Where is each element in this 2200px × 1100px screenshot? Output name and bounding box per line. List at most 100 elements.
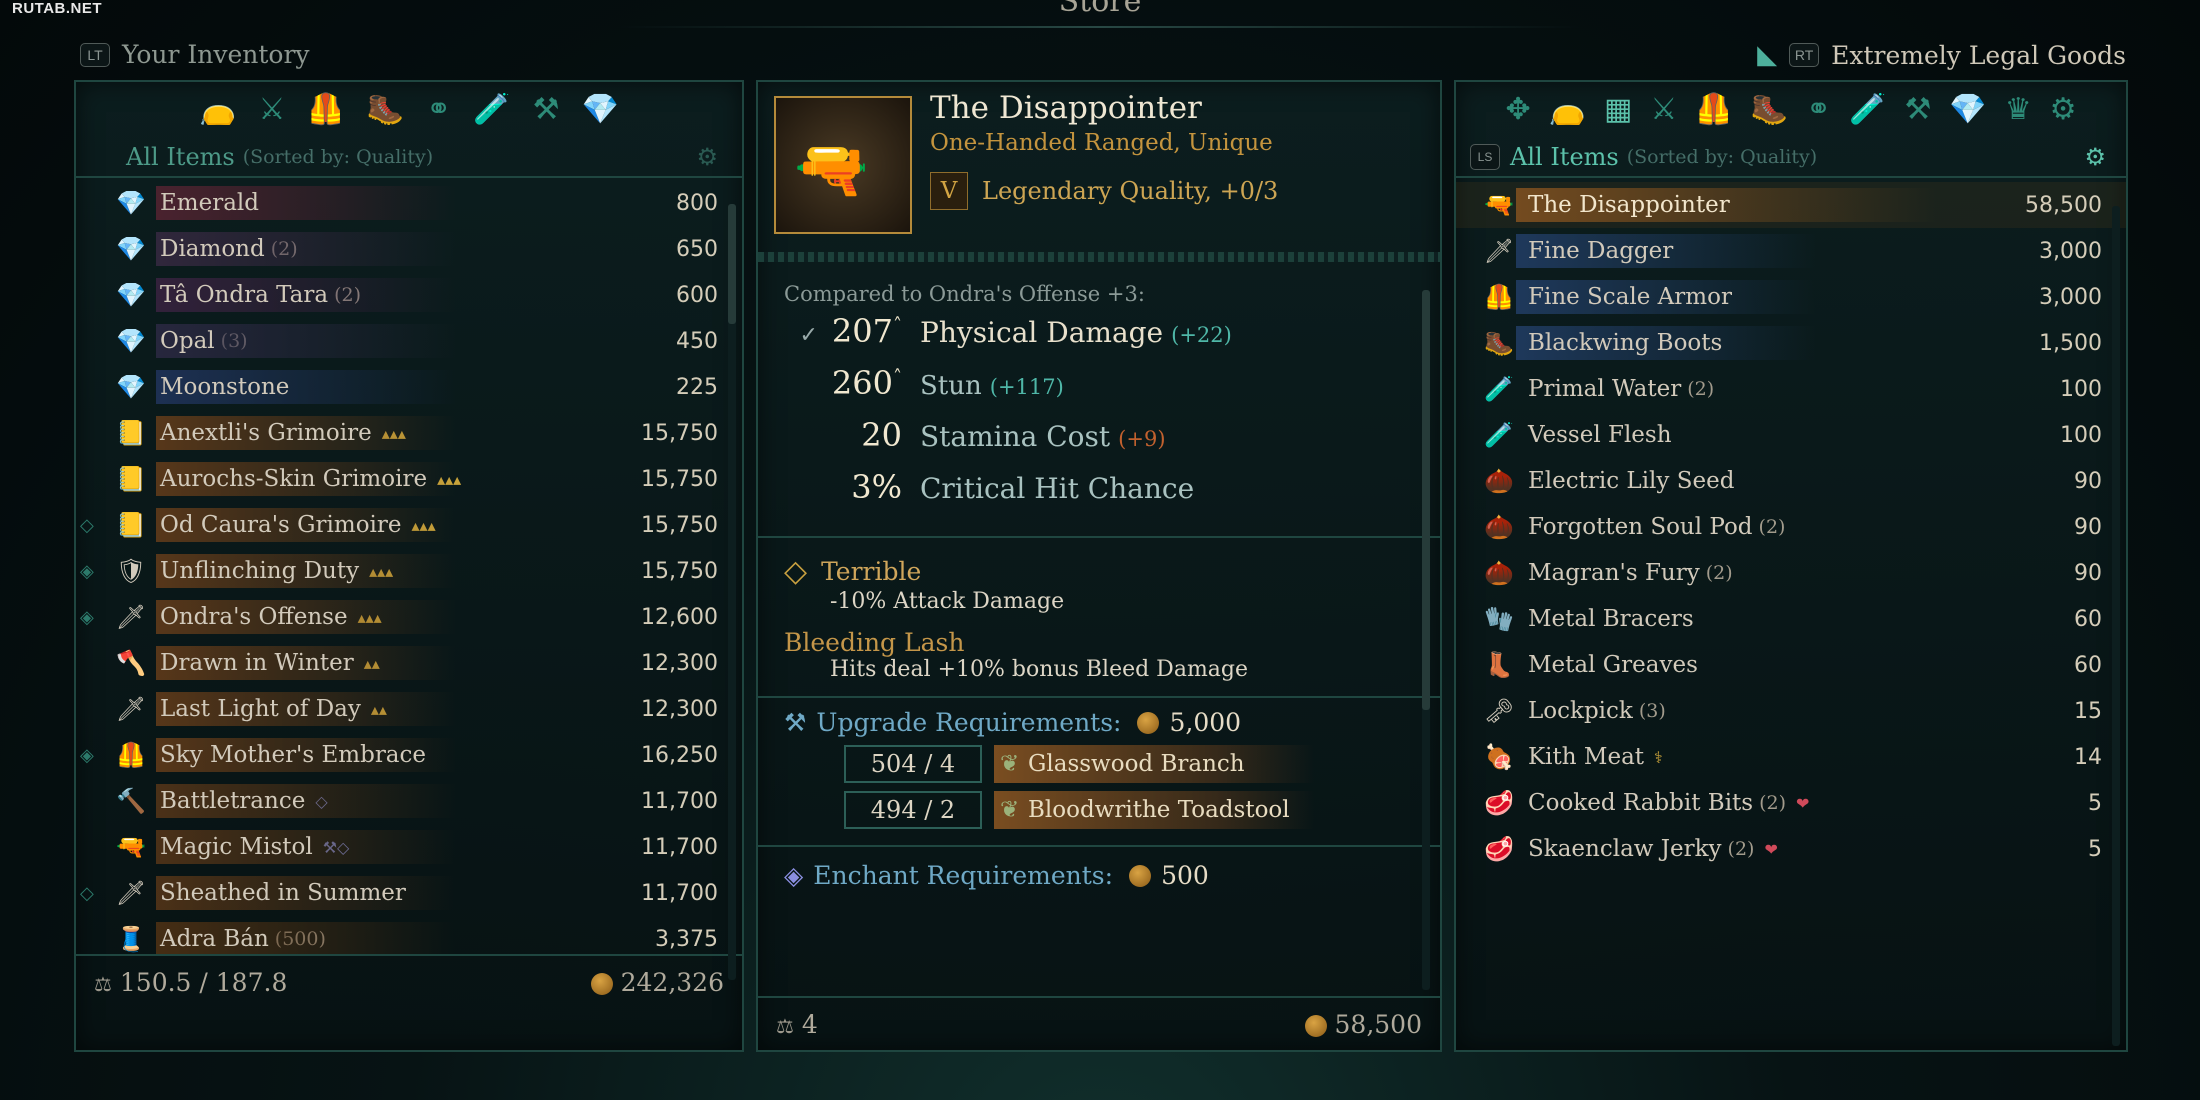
rt-key-hint: RT xyxy=(1789,43,1820,67)
list-item[interactable]: 💎Tâ Ondra Tara(2)600 xyxy=(76,272,742,318)
stat-up-arrow: ˄ xyxy=(893,366,902,388)
enchant-label: Enchant Requirements: xyxy=(813,861,1114,890)
list-item[interactable]: 🥩 Skaenclaw Jerky (2) ❤ 5 xyxy=(1456,826,2126,872)
weapons-icon[interactable]: ⚔ xyxy=(258,95,285,125)
list-item[interactable]: 🗡 Fine Dagger 3,000 xyxy=(1456,228,2126,274)
armor-icon[interactable]: 🦺 xyxy=(307,95,344,125)
list-item[interactable]: 🗝 Lockpick (3) 15 xyxy=(1456,688,2126,734)
all-items-icon[interactable]: ▦ xyxy=(1604,95,1632,125)
sort-label: All Items xyxy=(1510,143,1619,171)
inventory-title[interactable]: Your Inventory xyxy=(122,40,310,69)
item-price: 58,500 xyxy=(1334,1009,1422,1039)
item-icon: 👢 xyxy=(1484,651,1514,679)
list-item[interactable]: 💎 Emerald 800 xyxy=(76,180,742,226)
item-value: 11,700 xyxy=(641,834,718,860)
list-item[interactable]: 💎Opal(3)450 xyxy=(76,318,742,364)
details-scrollbar[interactable] xyxy=(1422,290,1430,990)
list-item[interactable]: 💎Diamond(2)650 xyxy=(76,226,742,272)
gem-icon[interactable]: 💎 xyxy=(582,95,619,125)
list-item[interactable]: 🦺 Fine Scale Armor 3,000 xyxy=(1456,274,2126,320)
filter-icon[interactable]: ⚙ xyxy=(696,143,718,171)
stat-row: ✓ 207˄ Physical Damage (+22) xyxy=(784,312,1440,364)
item-thumbnail: 🔫 xyxy=(774,96,912,234)
list-item[interactable]: 🪓Drawn in Winter▴▴12,300 xyxy=(76,640,742,686)
boots-icon[interactable]: 🥾 xyxy=(367,95,404,125)
item-value: 3,000 xyxy=(2039,284,2102,310)
list-item[interactable]: 🔫 The Disappointer 58,500 xyxy=(1456,182,2126,228)
vendor-list[interactable]: 🔫 The Disappointer 58,500 🗡 Fine Dagger 3,000… xyxy=(1456,178,2126,872)
list-item[interactable]: 🌰 Forgotten Soul Pod (2) 90 xyxy=(1456,504,2126,550)
inventory-sort-bar[interactable]: All Items (Sorted by: Quality) ⚙ xyxy=(76,138,742,178)
list-item[interactable]: 📒Aurochs-Skin Grimoire▴▴▴15,750 xyxy=(76,456,742,502)
list-item[interactable]: ◈ 🦺 Sky Mother's Embrace 16,250 xyxy=(76,732,742,778)
item-name: Magic Mistol xyxy=(160,834,313,860)
item-icon: 🗡 xyxy=(115,603,147,631)
list-item[interactable]: 🌰 Electric Lily Seed 90 xyxy=(1456,458,2126,504)
vendor-sort-bar[interactable]: LS All Items (Sorted by: Quality) ⚙ xyxy=(1456,138,2126,178)
item-value: 90 xyxy=(2074,468,2102,494)
gear-icon[interactable]: ⚙ xyxy=(2050,95,2077,125)
herb-icon: ❦ xyxy=(1000,751,1020,777)
list-item[interactable]: ◈🗡Ondra's Offense▴▴▴12,600 xyxy=(76,594,742,640)
list-item[interactable]: 🧵Adra Bán(500)3,375 xyxy=(76,916,742,954)
stat-list: ✓ 207˄ Physical Damage (+22) 260˄ Stun (+117) 2… xyxy=(784,312,1440,520)
item-value: 15,750 xyxy=(641,558,718,584)
anvil-icon[interactable]: ⚒ xyxy=(1904,95,1931,125)
trait-terrible: ◇ Terrible xyxy=(784,554,1440,589)
pouch-icon[interactable]: 👝 xyxy=(1549,95,1586,125)
list-item[interactable]: 🧤 Metal Bracers 60 xyxy=(1456,596,2126,642)
item-name: Anextli's Grimoire xyxy=(160,420,372,446)
list-item[interactable]: 🌰 Magran's Fury (2) 90 xyxy=(1456,550,2126,596)
item-value: 15,750 xyxy=(641,466,718,492)
vendor-title[interactable]: Extremely Legal Goods xyxy=(1831,41,2126,70)
list-item[interactable]: 📒Anextli's Grimoire▴▴▴15,750 xyxy=(76,410,742,456)
misc-icon[interactable]: ✥ xyxy=(1505,95,1530,125)
list-item[interactable]: 👢 Metal Greaves 60 xyxy=(1456,642,2126,688)
stat-label: Physical Damage xyxy=(920,316,1164,349)
item-quantity: (2) xyxy=(1727,838,1755,860)
item-name: Opal xyxy=(160,328,215,354)
item-type: One-Handed Ranged, Unique xyxy=(930,130,1273,156)
list-item[interactable]: 💎 Moonstone 225 xyxy=(76,364,742,410)
item-name: Primal Water xyxy=(1528,376,1682,402)
inventory-scrollbar[interactable] xyxy=(728,204,736,980)
stat-diff: (+117) xyxy=(989,375,1064,399)
item-name: Tâ Ondra Tara xyxy=(160,282,329,308)
list-item[interactable]: 🔫Magic Mistol⚒◇11,700 xyxy=(76,824,742,870)
upgrade-header: ⚒ Upgrade Requirements: 5,000 xyxy=(784,708,1440,737)
favorite-diamond-icon: ◈ xyxy=(80,606,94,628)
vendor-scrollbar[interactable] xyxy=(2112,206,2120,1046)
list-item[interactable]: 🍖 Kith Meat ⚕ 14 xyxy=(1456,734,2126,780)
list-item[interactable]: 🥾 Blackwing Boots 1,500 xyxy=(1456,320,2126,366)
gem-icon[interactable]: 💎 xyxy=(1949,95,1986,125)
inventory-list[interactable]: 💎Emerald800💎Diamond(2)650💎Tâ Ondra Tara(… xyxy=(76,178,742,954)
weapons-icon[interactable]: ⚔ xyxy=(1650,95,1677,125)
item-name: Forgotten Soul Pod xyxy=(1528,514,1753,540)
weight-icon: ⚖ xyxy=(776,1013,794,1038)
item-value: 60 xyxy=(2074,652,2102,678)
item-name: Kith Meat xyxy=(1528,744,1645,770)
list-item[interactable]: ◇📒Od Caura's Grimoire▴▴▴15,750 xyxy=(76,502,742,548)
filter-icon[interactable]: ⚙ xyxy=(2084,143,2106,171)
consumables-icon[interactable]: 🧪 xyxy=(473,95,510,125)
armor-icon[interactable]: 🦺 xyxy=(1695,95,1732,125)
rings-icon[interactable]: ⚭ xyxy=(1806,95,1831,125)
item-value: 225 xyxy=(676,374,718,400)
item-value: 12,600 xyxy=(641,604,718,630)
list-item[interactable]: 🥩 Cooked Rabbit Bits (2) ❤ 5 xyxy=(1456,780,2126,826)
rings-icon[interactable]: ⚭ xyxy=(426,95,451,125)
list-item[interactable]: 🧪 Vessel Flesh 100 xyxy=(1456,412,2126,458)
list-item[interactable]: ◈🛡Unflinching Duty▴▴▴15,750 xyxy=(76,548,742,594)
list-item[interactable]: 🗡Last Light of Day▴▴12,300 xyxy=(76,686,742,732)
list-item[interactable]: 🧪 Primal Water (2) 100 xyxy=(1456,366,2126,412)
list-item[interactable]: ◇ 🗡 Sheathed in Summer 11,700 xyxy=(76,870,742,916)
item-value: 650 xyxy=(676,236,718,262)
crown-icon[interactable]: ♛ xyxy=(2005,95,2032,125)
anvil-icon[interactable]: ⚒ xyxy=(533,95,560,125)
pouch-icon[interactable]: 👝 xyxy=(199,95,236,125)
quality-label: Legendary Quality, +0/3 xyxy=(982,177,1279,205)
item-name: Cooked Rabbit Bits xyxy=(1528,790,1754,816)
list-item[interactable]: 🔨Battletrance◇11,700 xyxy=(76,778,742,824)
boots-icon[interactable]: 🥾 xyxy=(1751,95,1788,125)
consumables-icon[interactable]: 🧪 xyxy=(1849,95,1886,125)
